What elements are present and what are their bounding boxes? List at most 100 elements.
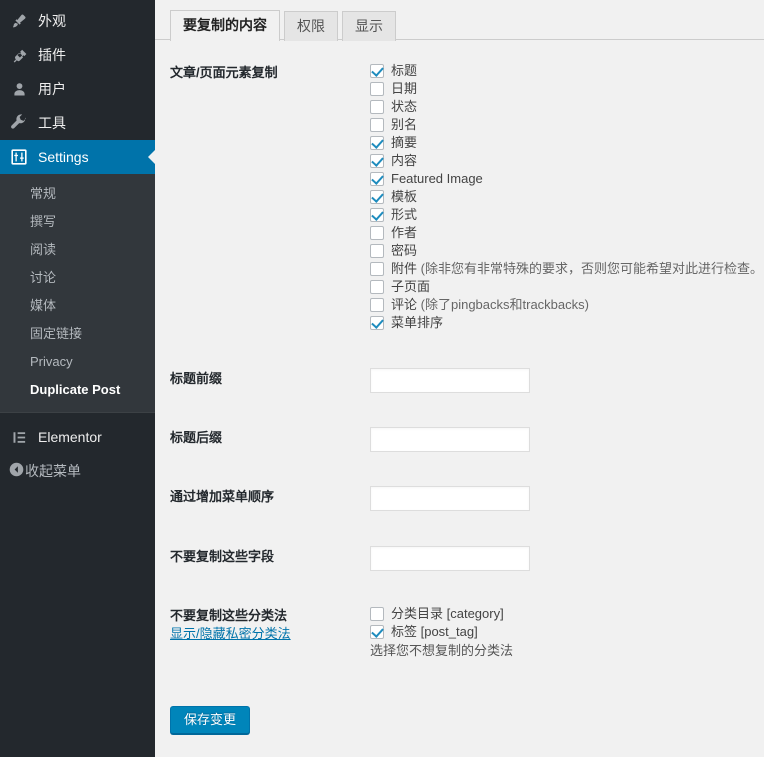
checkbox-row[interactable]: 分类目录 [category] [370,605,764,623]
sidebar-item-label: Settings [38,149,89,165]
sidebar-subitem-discussion[interactable]: 讨论 [0,264,155,292]
sidebar-subitem-label: 讨论 [30,270,56,285]
checkbox-children[interactable] [370,280,384,294]
sidebar-subitem-label: 媒体 [30,298,56,313]
checkbox-row[interactable]: 内容 [370,152,764,170]
checkbox-label: 模板 [391,188,417,205]
checkbox-label-text: 附件 [391,261,417,276]
checkbox-attachments[interactable] [370,262,384,276]
label-taxonomies: 不要复制这些分类法 显示/隐藏私密分类法 [155,605,370,659]
label-text: 标题前缀 [170,371,222,386]
checkbox-label: 别名 [391,116,417,133]
checkbox-template[interactable] [370,190,384,204]
tab-label: 要复制的内容 [183,17,267,33]
checkbox-label: 形式 [391,206,417,223]
sidebar-item-label: 插件 [38,45,66,65]
checkbox-row[interactable]: 作者 [370,224,764,242]
skip-fields-input[interactable] [370,546,530,571]
tab-what-to-copy[interactable]: 要复制的内容 [170,10,280,41]
checkbox-featured-image[interactable] [370,172,384,186]
checkbox-format[interactable] [370,208,384,222]
sidebar-item-appearance[interactable]: 外观 [0,4,155,38]
checkbox-menu-order[interactable] [370,316,384,330]
sidebar-subitem-duplicate-post[interactable]: Duplicate Post [0,376,155,404]
label-title-suffix: 标题后缀 [155,427,370,452]
sidebar-subitem-label: 阅读 [30,242,56,257]
checkbox-note: (除了pingbacks和trackbacks) [421,297,589,312]
checkbox-label: 内容 [391,152,417,169]
checkbox-row[interactable]: 摘要 [370,134,764,152]
sidebar-subitem-label: 撰写 [30,214,56,229]
field-post-elements: 标题 日期 状态 别名 [370,62,764,332]
checkbox-label: 子页面 [391,278,430,295]
users-person-icon [8,79,30,99]
checkbox-date[interactable] [370,82,384,96]
form-row-title-prefix: 标题前缀 [155,368,764,393]
checkbox-author[interactable] [370,226,384,240]
tab-permissions[interactable]: 权限 [284,11,338,41]
checkbox-title[interactable] [370,64,384,78]
checkbox-note: (除非您有非常特殊的要求，否则您可能希望对此进行检查。 [421,261,763,276]
sidebar-item-elementor[interactable]: Elementor [0,420,155,454]
checkbox-row[interactable]: Featured Image [370,170,764,188]
sidebar-subitem-privacy[interactable]: Privacy [0,348,155,376]
sidebar-subitem-permalinks[interactable]: 固定链接 [0,320,155,348]
title-suffix-input[interactable] [370,427,530,452]
sidebar-collapse-button[interactable]: 收起菜单 [0,454,155,488]
elementor-icon [8,427,30,447]
sidebar-item-label: 工具 [38,113,66,133]
checkbox-label: Featured Image [391,170,483,187]
label-menu-order: 通过增加菜单顺序 [155,486,370,511]
checkbox-label: 状态 [391,98,417,115]
checkbox-label: 密码 [391,242,417,259]
checkbox-label-text: 评论 [391,297,417,312]
checkbox-row[interactable]: 模板 [370,188,764,206]
admin-page: 外观 插件 用户 [0,0,764,757]
sidebar-item-label: Elementor [38,429,102,445]
form-row-menu-order: 通过增加菜单顺序 [155,486,764,511]
checkbox-row[interactable]: 日期 [370,80,764,98]
tab-display[interactable]: 显示 [342,11,396,41]
checkbox-comments[interactable] [370,298,384,312]
checkbox-row[interactable]: 别名 [370,116,764,134]
sidebar-item-plugins[interactable]: 插件 [0,38,155,72]
checkbox-label: 评论 (除了pingbacks和trackbacks) [391,296,589,313]
checkbox-row[interactable]: 形式 [370,206,764,224]
form-row-skip-fields: 不要复制这些字段 [155,546,764,571]
checkbox-row[interactable]: 子页面 [370,278,764,296]
settings-sliders-icon [8,147,30,167]
sidebar-subitem-general[interactable]: 常规 [0,180,155,208]
checkbox-row[interactable]: 评论 (除了pingbacks和trackbacks) [370,296,764,314]
label-text: 标题后缀 [170,430,222,445]
menu-order-input[interactable] [370,486,530,511]
title-prefix-input[interactable] [370,368,530,393]
sidebar-subitem-reading[interactable]: 阅读 [0,236,155,264]
save-changes-button[interactable]: 保存变更 [170,706,250,734]
checkbox-taxonomy-category[interactable] [370,607,384,621]
sidebar-item-tools[interactable]: 工具 [0,106,155,140]
checkbox-taxonomy-post-tag[interactable] [370,625,384,639]
sidebar-item-users[interactable]: 用户 [0,72,155,106]
checkbox-slug[interactable] [370,118,384,132]
settings-tabbar: 要复制的内容 权限 显示 [155,0,764,40]
checkbox-excerpt[interactable] [370,136,384,150]
sidebar-bottom-menu: Elementor 收起菜单 [0,413,155,488]
checkbox-row[interactable]: 密码 [370,242,764,260]
sidebar-subitem-label: Duplicate Post [30,382,120,397]
sidebar-submenu-settings: 常规 撰写 阅读 讨论 媒体 固定链接 Privacy Duplicate Po… [0,174,155,412]
sidebar-subitem-writing[interactable]: 撰写 [0,208,155,236]
tab-label: 权限 [297,18,325,34]
appearance-paintbrush-icon [8,11,30,31]
checkbox-status[interactable] [370,100,384,114]
toggle-private-taxonomies-link[interactable]: 显示/隐藏私密分类法 [170,625,370,642]
checkbox-row[interactable]: 菜单排序 [370,314,764,332]
checkbox-row[interactable]: 附件 (除非您有非常特殊的要求，否则您可能希望对此进行检查。 [370,260,764,278]
sidebar-subitem-media[interactable]: 媒体 [0,292,155,320]
checkbox-row[interactable]: 标题 [370,62,764,80]
submit-area: 保存变更 [170,706,250,734]
sidebar-item-settings[interactable]: Settings [0,140,155,174]
checkbox-row[interactable]: 标签 [post_tag] [370,623,764,641]
checkbox-row[interactable]: 状态 [370,98,764,116]
checkbox-content[interactable] [370,154,384,168]
checkbox-password[interactable] [370,244,384,258]
